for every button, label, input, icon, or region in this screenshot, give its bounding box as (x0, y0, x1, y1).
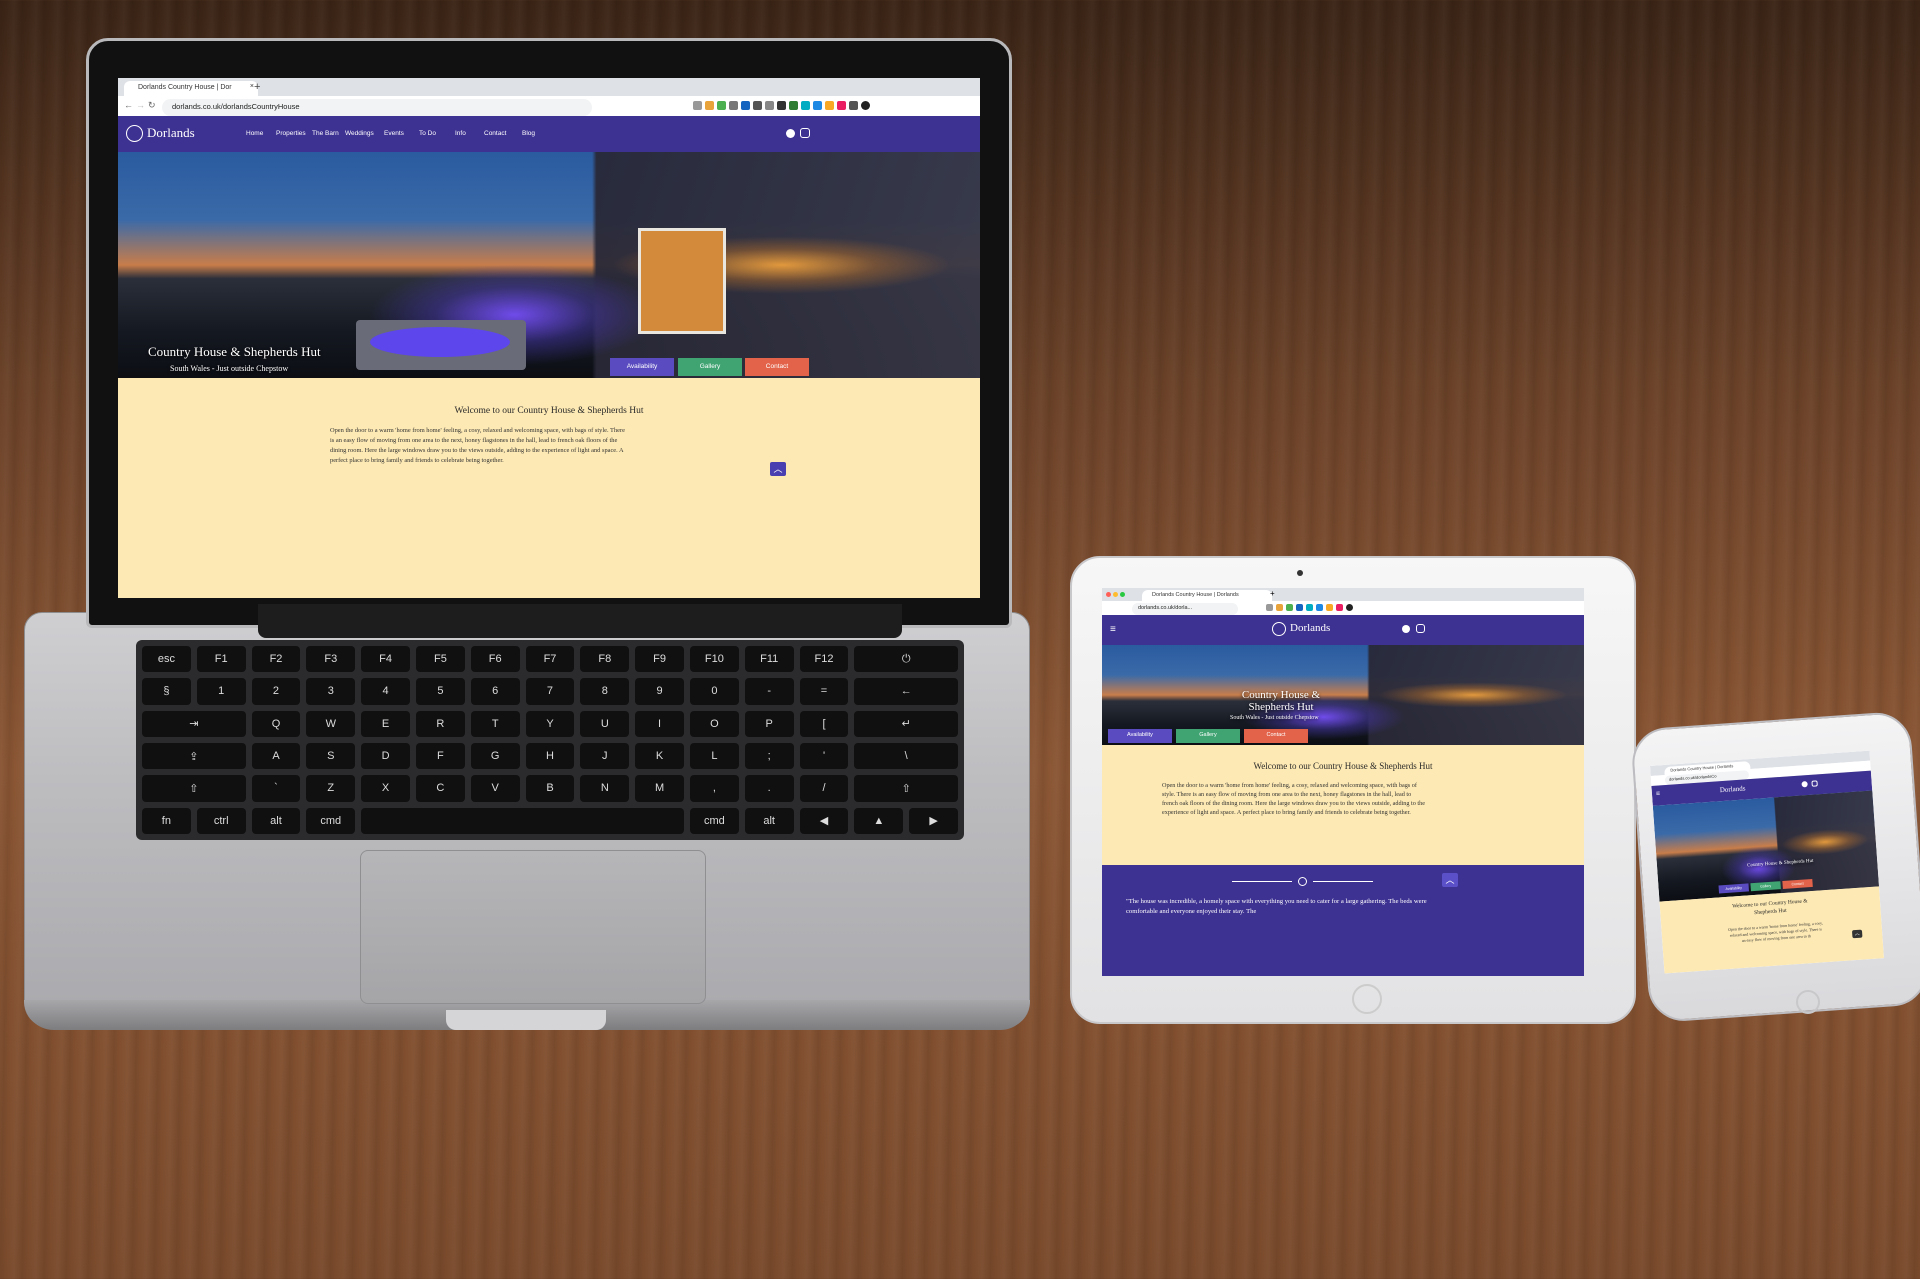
tablet-home-button (1352, 984, 1382, 1014)
laptop-keyboard: esc F1 F2 F3 F4 F5 F6 F7 F8 F9 F10 F11 F12 ⏻ § 1 2 3 4 5 6 7… (136, 640, 964, 840)
welcome-title: Welcome to our Country House & Shepherds… (454, 406, 644, 416)
facebook-icon[interactable] (786, 129, 795, 138)
testimonial-text: "The house was incredible, a homely spac… (1126, 898, 1427, 915)
tablet-toolbar: dorlands.co.uk/dorla... (1102, 601, 1584, 616)
tablet-site-nav: ≡ Dorlands (1102, 615, 1584, 645)
tablet-chevron-up-icon[interactable]: ︿ (1442, 873, 1458, 887)
laptop-trackpad (360, 850, 706, 1004)
gallery-button[interactable]: Gallery (678, 358, 742, 376)
divider-logo-icon (1298, 877, 1307, 886)
laptop-screen: Dorlands Country House | Dor × + ← → ↻ d… (118, 78, 980, 598)
extension-icons (693, 101, 870, 110)
divider-right (1313, 881, 1373, 882)
phone-home-button (1796, 990, 1820, 1014)
tablet-new-tab-icon[interactable]: + (1270, 589, 1275, 598)
laptop-hinge (258, 604, 902, 638)
phone-intro-paragraph: Open the door to a warm 'home from home'… (1727, 920, 1823, 944)
nav-link-info[interactable]: Info (455, 130, 466, 137)
phone-brand-logo[interactable]: Dorlands (1720, 784, 1746, 794)
nav-link-to-do[interactable]: To Do (419, 130, 436, 137)
site-nav: Dorlands Home Properties The Barn Weddin… (118, 116, 980, 152)
divider-left (1232, 881, 1292, 882)
nav-link-contact[interactable]: Contact (484, 130, 506, 137)
phone-facebook-icon[interactable] (1801, 781, 1808, 788)
phone-welcome-section: Welcome to our Country House & Shepherds… (1659, 886, 1884, 974)
phone-chevron-up-icon[interactable]: ︿ (1851, 929, 1863, 939)
tablet-hero-title-line1: Country House & (1241, 689, 1321, 701)
tablet-tree-logo-icon (1272, 622, 1286, 636)
tablet-brand-logo[interactable]: Dorlands (1290, 622, 1330, 634)
testimonial-section: ︿ "The house was incredible, a homely sp… (1102, 865, 1584, 976)
reload-icon[interactable]: ↻ (148, 100, 156, 111)
tablet-hero-subtitle: South Wales - Just outside Chepstow (1230, 715, 1319, 721)
tree-logo-icon (126, 125, 143, 142)
phone-hero-image: Country House & Shepherds Hut Availabili… (1652, 790, 1879, 902)
nav-link-blog[interactable]: Blog (522, 130, 535, 137)
tab-title: Dorlands Country House | Dor (138, 84, 232, 91)
nav-link-home[interactable]: Home (246, 130, 263, 137)
instagram-icon[interactable] (800, 128, 810, 138)
tablet-hero-image: Country House & Shepherds Hut South Wale… (1102, 645, 1584, 745)
browser-tab-bar: Dorlands Country House | Dor × + (118, 78, 980, 99)
tablet-tab-title: Dorlands Country House | Dorlands (1152, 592, 1239, 598)
phone-instagram-icon[interactable] (1811, 780, 1818, 787)
tablet-welcome-section: Welcome to our Country House & Shepherds… (1102, 745, 1584, 865)
tablet-extension-icons (1266, 604, 1353, 611)
hot-tub-water (370, 327, 510, 357)
forward-icon[interactable]: → (136, 100, 145, 110)
phone-contact-button[interactable]: Contact (1782, 878, 1813, 890)
laptop-notch (446, 1010, 606, 1030)
tablet-hero-title-line2: Shepherds Hut (1248, 701, 1314, 713)
intro-paragraph: Open the door to a warm 'home from home'… (330, 427, 625, 464)
address-bar[interactable]: dorlands.co.uk/dorlandsCountryHouse (162, 99, 592, 116)
phone-hero-title: Country House & Shepherds Hut (1747, 858, 1814, 869)
brand-logo[interactable]: Dorlands (147, 125, 195, 141)
chevron-up-icon[interactable]: ︿ (770, 462, 786, 476)
tablet-instagram-icon[interactable] (1416, 624, 1425, 633)
tablet-hero-title: Country House & Shepherds Hut (1226, 689, 1336, 713)
french-doors (638, 228, 726, 334)
nav-link-events[interactable]: Events (384, 130, 404, 137)
phone-availability-button[interactable]: Availability (1718, 883, 1749, 894)
hamburger-icon[interactable]: ≡ (1110, 624, 1116, 635)
nav-link-the-barn[interactable]: The Barn (312, 130, 339, 137)
nav-link-properties[interactable]: Properties (276, 130, 306, 137)
phone-url-text: dorlands.co.uk/dorlandsCo (1668, 773, 1717, 782)
browser-toolbar: ← → ↻ dorlands.co.uk/dorlandsCountryHous… (118, 96, 980, 117)
phone-gallery-button[interactable]: Gallery (1750, 881, 1781, 892)
phone-screen: Dorlands Country House | Dorlands dorlan… (1650, 750, 1884, 974)
hero-image: Country House & Shepherds Hut South Wale… (118, 152, 980, 378)
tablet-tab-bar: Dorlands Country House | Dorlands + (1102, 588, 1584, 603)
tablet-screen: Dorlands Country House | Dorlands + dorl… (1102, 588, 1584, 976)
tablet-intro-paragraph: Open the door to a warm 'home from home'… (1162, 782, 1425, 816)
url-text: dorlands.co.uk/dorlandsCountryHouse (172, 102, 300, 111)
tablet-gallery-button[interactable]: Gallery (1176, 729, 1240, 743)
phone-hamburger-icon[interactable]: ≡ (1656, 790, 1661, 797)
tablet-address-bar[interactable]: dorlands.co.uk/dorla... (1132, 603, 1238, 615)
tablet-contact-button[interactable]: Contact (1244, 729, 1308, 743)
tablet-camera (1297, 570, 1303, 576)
back-icon[interactable]: ← (124, 100, 133, 110)
tablet-url-text: dorlands.co.uk/dorla... (1138, 605, 1193, 611)
nav-link-weddings[interactable]: Weddings (345, 130, 374, 137)
availability-button[interactable]: Availability (610, 358, 674, 376)
tablet-facebook-icon[interactable] (1402, 625, 1410, 633)
tablet-availability-button[interactable]: Availability (1108, 729, 1172, 743)
contact-button[interactable]: Contact (745, 358, 809, 376)
welcome-section: Welcome to our Country House & Shepherds… (118, 378, 980, 598)
tablet-welcome-title: Welcome to our Country House & Shepherds… (1253, 761, 1433, 771)
new-tab-icon[interactable]: + (254, 81, 260, 93)
hero-subtitle: South Wales - Just outside Chepstow (170, 364, 289, 373)
hero-title: Country House & Shepherds Hut (148, 344, 321, 359)
